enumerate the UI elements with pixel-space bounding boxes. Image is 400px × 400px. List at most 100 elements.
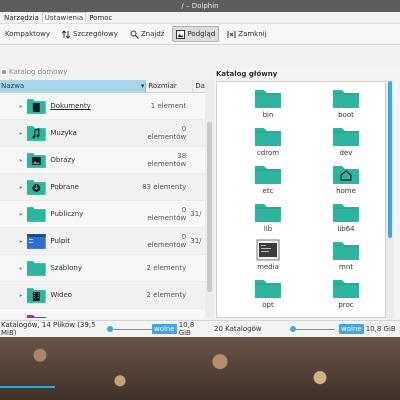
- folder-tile[interactable]: cdrom: [229, 125, 307, 163]
- search-icon: [130, 30, 139, 39]
- row-size: 2 elementy: [146, 291, 187, 299]
- row-name: Wideo: [50, 291, 73, 299]
- table-row[interactable]: ▸ Wideo 2 elementy: [0, 282, 205, 309]
- table-row[interactable]: ▸ Pobrane 83 elementy: [0, 174, 205, 201]
- expand-arrow-icon[interactable]: ▸: [0, 103, 26, 110]
- table-row[interactable]: ▸ Publiczny 0 elementów 31/: [0, 201, 205, 228]
- details-view-button[interactable]: Szczegółowy: [58, 26, 122, 42]
- free-space-total-left: 10,8 GiB: [178, 321, 195, 337]
- row-size: 0 elementów: [147, 125, 187, 141]
- left-scrollbar[interactable]: [205, 80, 214, 318]
- table-row[interactable]: ▸ Obrazy 38 elementów: [0, 147, 205, 174]
- folder-name: mnt: [339, 263, 353, 271]
- table-row[interactable]: [0, 309, 205, 318]
- menu-narzedzia[interactable]: Narzędzia: [2, 13, 41, 23]
- file-rows: ▸ Dokumenty 1 element ▸ Muzyka 0 element…: [0, 93, 205, 318]
- status-left-text: Katalogów, 14 Plików (39,5 MiB): [1, 321, 96, 337]
- window-title: / – Dolphin: [181, 2, 219, 10]
- zoom-slider-handle[interactable]: [107, 326, 113, 332]
- icon-grid: bin boot cdrom dev etc home lib lib64 media mnt op…: [217, 82, 385, 315]
- expand-arrow-icon[interactable]: ▸: [0, 157, 26, 164]
- pictures-folder-icon: [26, 153, 46, 168]
- folder-tile[interactable]: opt: [229, 277, 307, 315]
- folder-icon: [333, 90, 359, 108]
- folder-name: opt: [262, 301, 274, 309]
- documents-folder-icon: [26, 99, 46, 114]
- table-row[interactable]: ▸ Dokumenty 1 element: [0, 93, 205, 120]
- breadcrumb-dot-icon: [2, 70, 6, 74]
- table-row[interactable]: ▸ Szablony 2 elementy: [0, 255, 205, 282]
- folder-tile[interactable]: media: [229, 239, 307, 277]
- expand-arrow-icon[interactable]: ▸: [0, 238, 26, 245]
- templates-folder-icon: [26, 261, 46, 276]
- video-folder-icon: [26, 288, 46, 303]
- folder-tile[interactable]: dev: [307, 125, 385, 163]
- folder-icon: [333, 128, 359, 146]
- menu-pomoc[interactable]: Pomoc: [87, 13, 114, 23]
- row-name: Pulpit: [50, 237, 70, 245]
- toolbar: Kompaktowy Szczegółowy Znajdź Podgląd Za…: [0, 24, 400, 45]
- menu-ustawienia[interactable]: Ustawienia: [41, 12, 87, 23]
- folder-tile[interactable]: lib64: [307, 201, 385, 239]
- column-name-header[interactable]: Nazwa ▾: [0, 80, 147, 92]
- folder-icon: [333, 280, 359, 298]
- left-scrollbar-thumb[interactable]: [207, 122, 212, 292]
- folder-icon: [255, 204, 281, 222]
- folder-tile[interactable]: bin: [229, 87, 307, 125]
- status-bar: Katalogów, 14 Plików (39,5 MiB) wolne 10…: [0, 320, 400, 337]
- toolbar-label-search: Znajdź: [140, 30, 165, 38]
- left-view: Nazwa ▾ Rozmiar Dat ▸ Dokumenty 1 elemen…: [0, 80, 206, 318]
- zoom-slider-handle[interactable]: [290, 326, 296, 332]
- preview-icon: [176, 29, 186, 39]
- breadcrumb[interactable]: Katalog domowy: [0, 67, 208, 77]
- free-space-total-right: 10,8 GiB: [365, 325, 396, 333]
- folder-icon: [255, 166, 281, 184]
- preview-button[interactable]: Podgląd: [172, 26, 220, 42]
- downloads-folder-icon: [26, 180, 46, 195]
- column-date-header[interactable]: Dat: [193, 80, 205, 92]
- right-scrollbar-thumb[interactable]: [388, 81, 392, 238]
- expand-arrow-icon[interactable]: ▸: [0, 211, 26, 218]
- expand-arrow-icon[interactable]: ▸: [0, 265, 26, 272]
- free-space-bar-left[interactable]: wolne: [151, 324, 177, 334]
- window-titlebar[interactable]: / – Dolphin: [0, 0, 400, 12]
- free-space-bar-right[interactable]: wolne: [339, 324, 364, 334]
- folder-tile[interactable]: home: [307, 163, 385, 201]
- right-view-title: Katalog główny: [216, 70, 278, 78]
- expand-arrow-icon[interactable]: ▸: [0, 130, 26, 137]
- desktop-folder-icon: [26, 234, 46, 249]
- close-split-button[interactable]: Zamknij: [223, 26, 270, 42]
- dolphin-window: / – Dolphin Narzędzia Ustawienia Pomoc K…: [0, 0, 400, 337]
- column-date-label: Dat: [195, 82, 205, 90]
- zoom-slider-right[interactable]: [290, 326, 335, 332]
- row-name: Pobrane: [50, 183, 79, 191]
- folder-tile[interactable]: mnt: [307, 239, 385, 277]
- folder-tile[interactable]: proc: [307, 277, 385, 315]
- folder-tile[interactable]: etc: [229, 163, 307, 201]
- folder-icon: [333, 242, 359, 260]
- zoom-slider-left[interactable]: [107, 326, 152, 332]
- folder-name: boot: [338, 111, 354, 119]
- table-row[interactable]: ▸ Pulpit 0 elementów 31/: [0, 228, 205, 255]
- table-row[interactable]: ▸ Muzyka 0 elementów: [0, 120, 205, 147]
- breadcrumb-label: Katalog domowy: [9, 68, 68, 76]
- search-button[interactable]: Znajdź: [126, 26, 169, 42]
- compact-view-button[interactable]: Kompaktowy: [1, 26, 54, 42]
- column-size-header[interactable]: Rozmiar: [146, 80, 194, 92]
- folder-name: proc: [338, 301, 354, 309]
- folder-name: dev: [339, 149, 353, 157]
- folder-tile[interactable]: boot: [307, 87, 385, 125]
- folder-name: home: [336, 187, 356, 195]
- expand-arrow-icon[interactable]: ▸: [0, 292, 26, 299]
- folder-icon: [333, 204, 359, 222]
- right-scrollbar[interactable]: [386, 81, 394, 318]
- row-name: Dokumenty: [50, 102, 91, 110]
- row-size: 0 elementów: [147, 206, 187, 222]
- row-size: 38 elementów: [147, 152, 187, 168]
- folder-tile[interactable]: lib: [229, 201, 307, 239]
- zoom-slider-track: [107, 329, 152, 330]
- column-name-label: Nazwa: [1, 82, 25, 90]
- public-folder-icon: [26, 207, 46, 222]
- expand-arrow-icon[interactable]: ▸: [0, 184, 26, 191]
- split-close-icon: [227, 30, 236, 39]
